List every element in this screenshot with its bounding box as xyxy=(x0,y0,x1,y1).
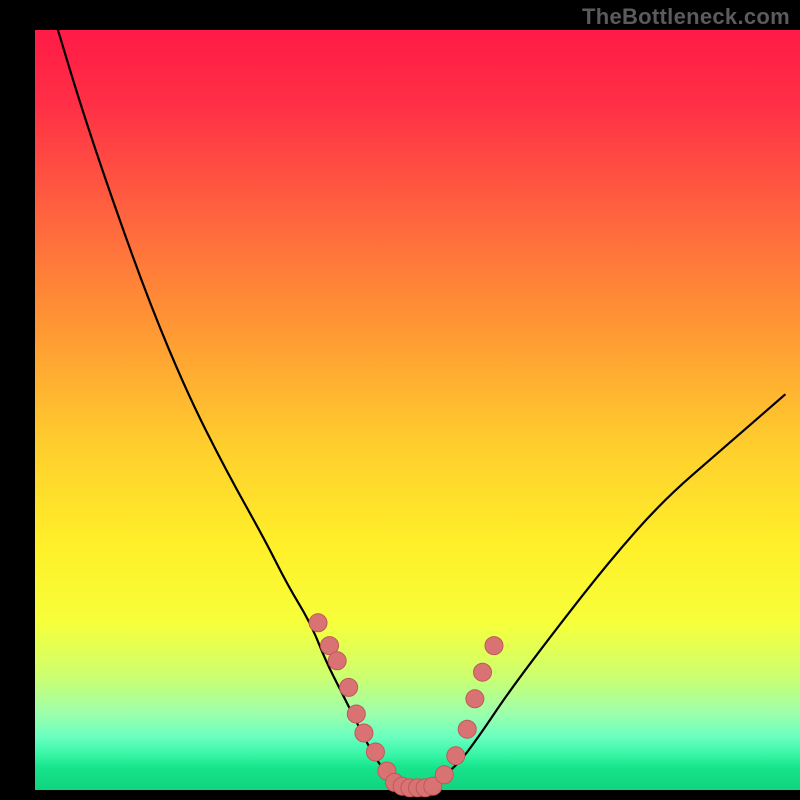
sample-point xyxy=(347,705,365,723)
watermark-text: TheBottleneck.com xyxy=(582,4,790,30)
sample-point xyxy=(466,690,484,708)
sample-point xyxy=(435,766,453,784)
sample-point xyxy=(458,720,476,738)
sample-point xyxy=(340,678,358,696)
sample-point xyxy=(366,743,384,761)
sample-point xyxy=(309,614,327,632)
chart-container: TheBottleneck.com xyxy=(0,0,800,800)
sample-point xyxy=(447,747,465,765)
sample-point xyxy=(355,724,373,742)
bottleneck-chart xyxy=(0,0,800,800)
sample-point xyxy=(474,663,492,681)
sample-point xyxy=(485,637,503,655)
sample-point xyxy=(328,652,346,670)
heat-background xyxy=(35,30,800,790)
